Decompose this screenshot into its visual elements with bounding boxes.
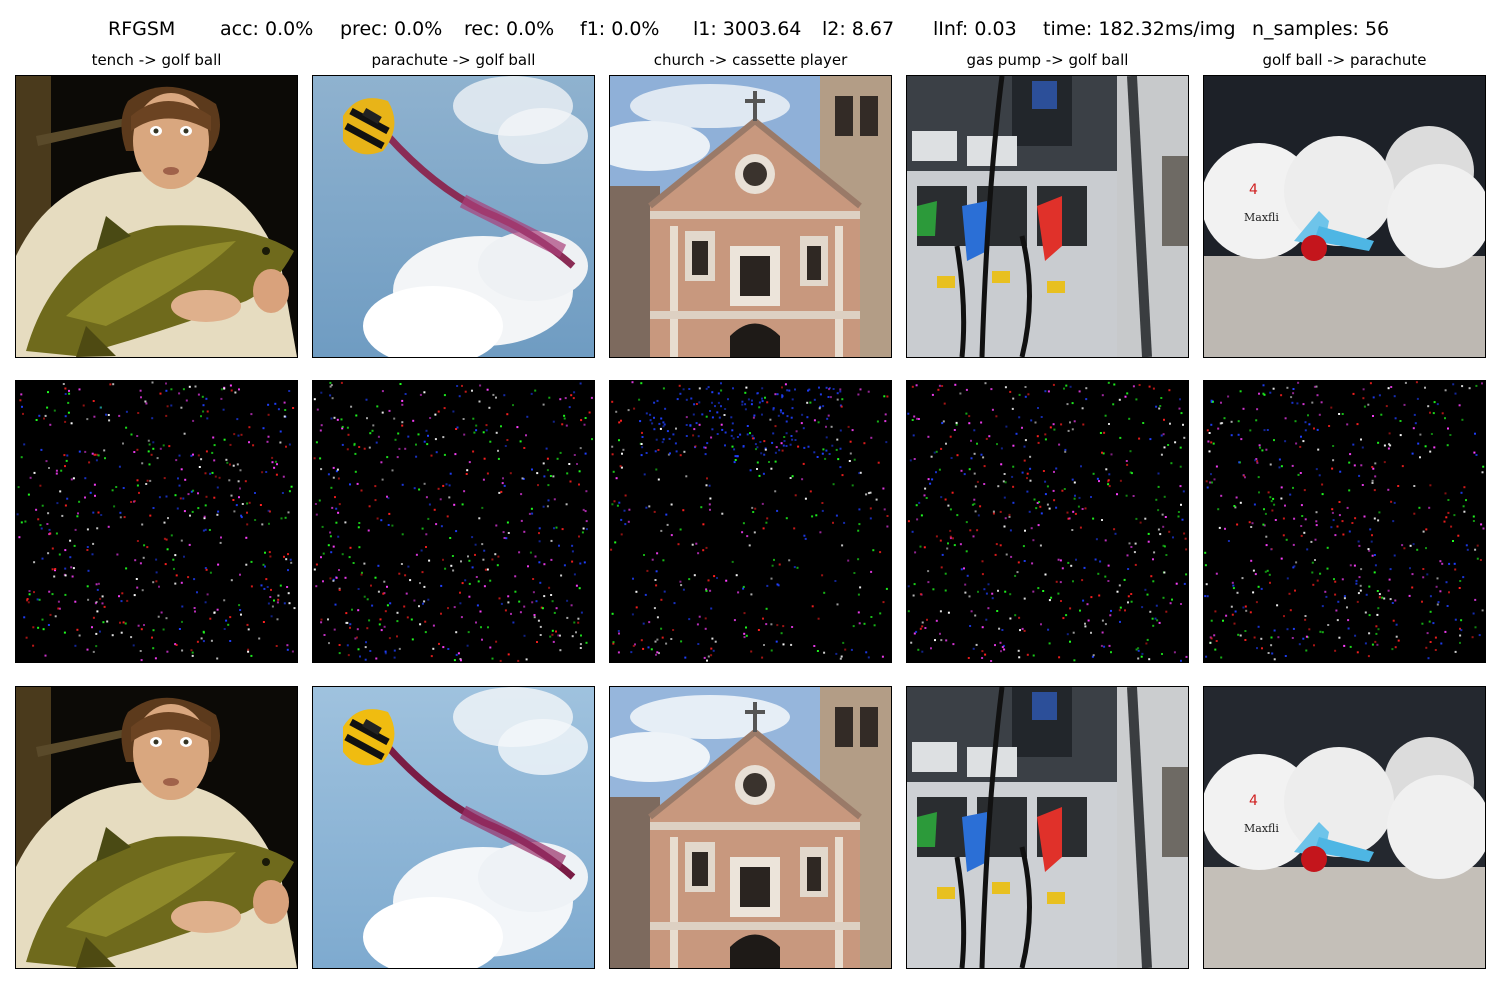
- adversarial-image-parachute: [312, 686, 595, 969]
- svg-text:Maxfli: Maxfli: [1244, 211, 1279, 224]
- column-title-gas-pump: gas pump -> golf ball: [966, 51, 1129, 69]
- method-label: RFGSM: [108, 18, 176, 40]
- adversarial-image-church: [609, 686, 892, 969]
- recall-metric: rec: 0.0%: [464, 18, 555, 40]
- perturbation-noise-parachute: [313, 381, 594, 662]
- column-title-golf-ball: golf ball -> parachute: [1262, 51, 1427, 69]
- original-image-parachute: [312, 75, 595, 358]
- perturbation-gas-pump: [906, 380, 1189, 663]
- church-scene-adversarial: [610, 687, 891, 968]
- perturbation-golf-balls: [1203, 380, 1486, 663]
- l1-metric: l1: 3003.64: [693, 18, 802, 40]
- perturbation-church: [609, 380, 892, 663]
- l2-metric: l2: 8.67: [822, 18, 895, 40]
- perturbation-noise-golf-balls: [1204, 381, 1485, 662]
- church-scene: [610, 76, 891, 357]
- golf-balls-scene: Maxfli 4: [1204, 76, 1485, 357]
- original-image-church: [609, 75, 892, 358]
- adversarial-image-tench: [15, 686, 298, 969]
- gas-pump-scene-adversarial: [907, 687, 1188, 968]
- column-title-tench: tench -> golf ball: [91, 51, 222, 69]
- svg-text:4: 4: [1249, 182, 1258, 198]
- tench-scene: [16, 76, 297, 357]
- parachute-scene: [313, 76, 594, 357]
- accuracy-metric: acc: 0.0%: [220, 18, 314, 40]
- parachute-scene-adversarial: [313, 687, 594, 968]
- n-samples-metric: n_samples: 56: [1252, 18, 1390, 40]
- perturbation-noise-tench: [16, 381, 297, 662]
- perturbation-parachute: [312, 380, 595, 663]
- linf-metric: lInf: 0.03: [933, 18, 1017, 40]
- precision-metric: prec: 0.0%: [340, 18, 443, 40]
- original-image-gas-pump: [906, 75, 1189, 358]
- perturbation-tench: [15, 380, 298, 663]
- original-image-tench: [15, 75, 298, 358]
- adversarial-image-golf-balls: Maxfli 4: [1203, 686, 1486, 969]
- time-metric: time: 182.32ms/img: [1043, 18, 1236, 40]
- gas-pump-scene: [907, 76, 1188, 357]
- column-title-church: church -> cassette player: [653, 51, 848, 69]
- f1-metric: f1: 0.0%: [580, 18, 660, 40]
- golf-balls-scene-adversarial: Maxfli 4: [1204, 687, 1485, 968]
- svg-text:4: 4: [1249, 793, 1258, 809]
- figure-suptitle: RFGSM acc: 0.0% prec: 0.0% rec: 0.0% f1:…: [0, 15, 1500, 43]
- perturbation-noise-gas-pump: [907, 381, 1188, 662]
- adversarial-image-gas-pump: [906, 686, 1189, 969]
- svg-text:Maxfli: Maxfli: [1244, 822, 1279, 835]
- original-image-golf-balls: Maxfli 4: [1203, 75, 1486, 358]
- column-title-parachute: parachute -> golf ball: [371, 51, 536, 69]
- tench-scene-adversarial: [16, 687, 297, 968]
- perturbation-noise-church: [610, 381, 891, 662]
